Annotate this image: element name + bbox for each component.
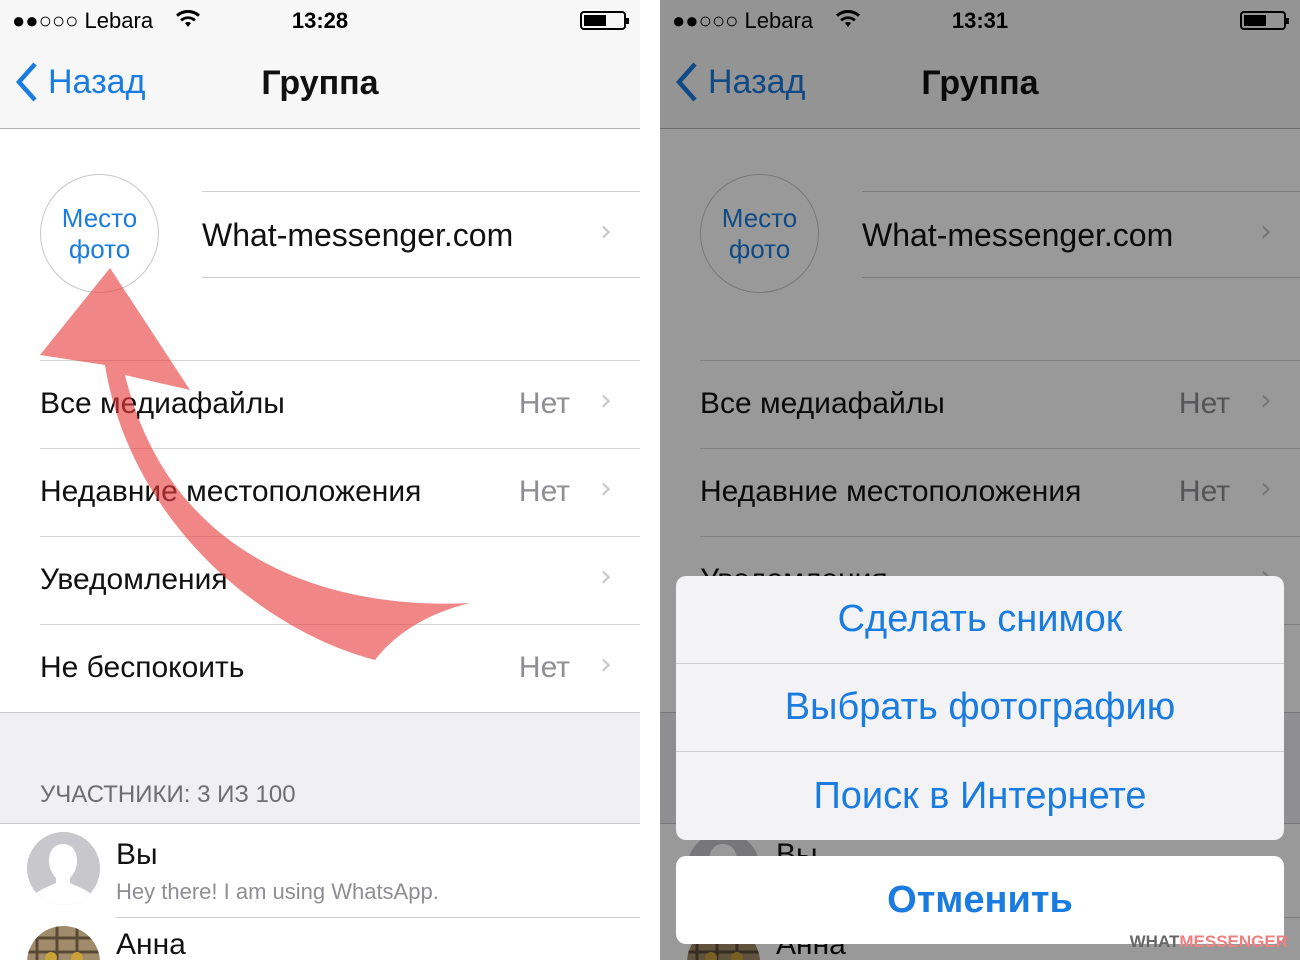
red-arrow-annotation xyxy=(40,268,470,660)
group-info-screen-right: ●●○○○ Lebara 13:31 Назад Группа Место фо… xyxy=(660,0,1300,960)
watermark: WHATMESSENGER xyxy=(1129,932,1288,951)
search-web-option[interactable]: Поиск в Интернете xyxy=(676,752,1284,840)
cancel-button[interactable]: Отменить xyxy=(676,856,1284,944)
choose-photo-option[interactable]: Выбрать фотографию xyxy=(676,664,1284,752)
group-info-screen-left: ●●○○○ Lebara 13:28 Назад Группа Место фо… xyxy=(0,0,640,960)
take-photo-option[interactable]: Сделать снимок xyxy=(676,576,1284,664)
action-sheet: Сделать снимок Выбрать фотографию Поиск … xyxy=(676,576,1284,840)
